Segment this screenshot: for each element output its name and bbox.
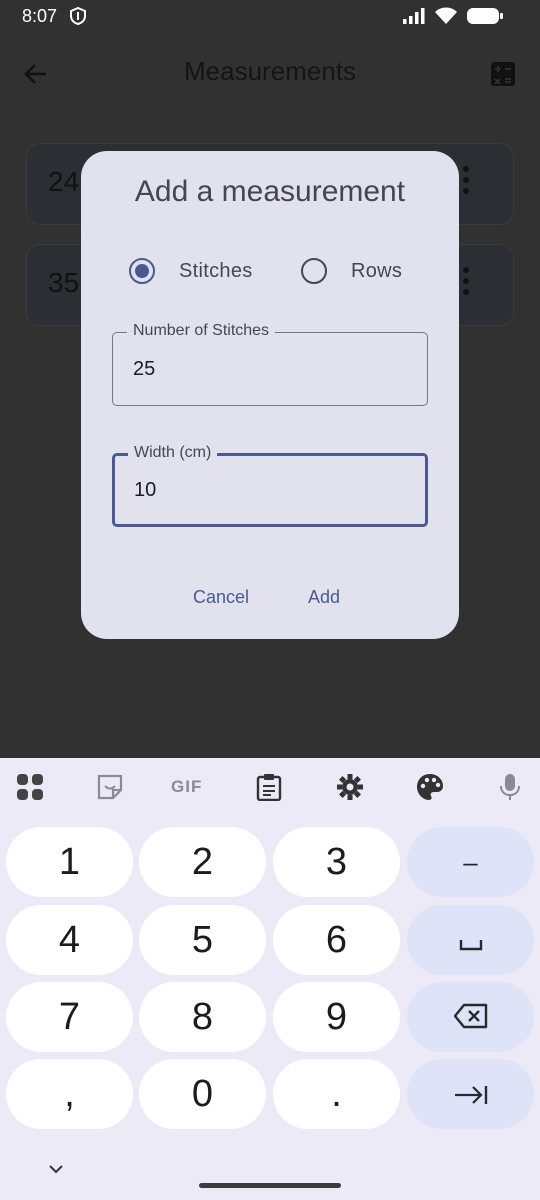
number-of-stitches-field[interactable]: Number of Stitches 25 bbox=[112, 322, 428, 406]
apps-grid-icon[interactable] bbox=[16, 773, 44, 806]
keyboard-toolbar: GIF bbox=[0, 758, 540, 816]
sticker-icon[interactable] bbox=[96, 773, 124, 806]
measurement-value: 35 bbox=[48, 267, 80, 298]
numeric-keyboard: GIF 1 2 3 – 4 5 6 7 8 9 , 0 . bbox=[0, 758, 540, 1200]
backspace-icon bbox=[453, 996, 489, 1039]
add-button[interactable]: Add bbox=[308, 587, 340, 608]
radio-button[interactable] bbox=[301, 258, 327, 284]
palette-icon[interactable] bbox=[416, 773, 444, 806]
field-value: 25 bbox=[133, 358, 156, 380]
key-5[interactable]: 5 bbox=[139, 905, 266, 975]
radio-option-rows[interactable]: Rows bbox=[301, 258, 402, 284]
status-time: 8:07 bbox=[22, 6, 58, 26]
home-indicator[interactable] bbox=[199, 1183, 341, 1188]
key-minus[interactable]: – bbox=[407, 827, 534, 897]
key-8[interactable]: 8 bbox=[139, 982, 266, 1052]
space-key[interactable] bbox=[407, 905, 534, 975]
key-2[interactable]: 2 bbox=[139, 827, 266, 897]
wifi-icon bbox=[434, 7, 458, 30]
backspace-key[interactable] bbox=[407, 982, 534, 1052]
key-1[interactable]: 1 bbox=[6, 827, 133, 897]
space-icon bbox=[458, 919, 484, 962]
gif-button[interactable]: GIF bbox=[171, 777, 202, 797]
clipboard-icon[interactable] bbox=[256, 773, 282, 806]
signal-icon bbox=[402, 7, 426, 30]
shield-icon bbox=[70, 6, 86, 30]
key-4[interactable]: 4 bbox=[6, 905, 133, 975]
page-title: Measurements bbox=[184, 56, 356, 86]
cancel-button[interactable]: Cancel bbox=[193, 587, 249, 608]
key-comma[interactable]: , bbox=[6, 1059, 133, 1129]
field-label: Width (cm) bbox=[128, 444, 218, 462]
settings-gear-icon[interactable] bbox=[336, 773, 364, 806]
key-7[interactable]: 7 bbox=[6, 982, 133, 1052]
next-tab-key[interactable] bbox=[407, 1059, 534, 1129]
calculator-icon[interactable] bbox=[490, 61, 516, 92]
key-0[interactable]: 0 bbox=[139, 1059, 266, 1129]
field-value: 10 bbox=[134, 479, 157, 501]
key-6[interactable]: 6 bbox=[273, 905, 400, 975]
key-period[interactable]: . bbox=[273, 1059, 400, 1129]
key-9[interactable]: 9 bbox=[273, 982, 400, 1052]
microphone-icon[interactable] bbox=[499, 773, 521, 806]
tab-arrow-icon bbox=[453, 1073, 489, 1116]
add-measurement-dialog: Add a measurement Stitches Rows Number o… bbox=[81, 151, 459, 639]
radio-button-selected[interactable] bbox=[129, 258, 155, 284]
key-3[interactable]: 3 bbox=[273, 827, 400, 897]
battery-icon bbox=[466, 7, 504, 30]
width-cm-field[interactable]: Width (cm) 10 bbox=[112, 444, 428, 527]
radio-label: Stitches bbox=[179, 259, 253, 282]
radio-label: Rows bbox=[351, 259, 403, 282]
dialog-title: Add a measurement bbox=[134, 175, 406, 208]
measurement-value: 24 bbox=[48, 166, 80, 197]
app-bar: Measurements bbox=[0, 40, 540, 108]
more-vert-icon[interactable] bbox=[463, 267, 469, 300]
more-vert-icon[interactable] bbox=[463, 166, 469, 199]
chevron-down-icon[interactable] bbox=[48, 1161, 64, 1179]
radio-option-stitches[interactable]: Stitches bbox=[129, 258, 253, 284]
status-bar: 8:07 bbox=[0, 0, 540, 34]
field-label: Number of Stitches bbox=[127, 322, 276, 340]
